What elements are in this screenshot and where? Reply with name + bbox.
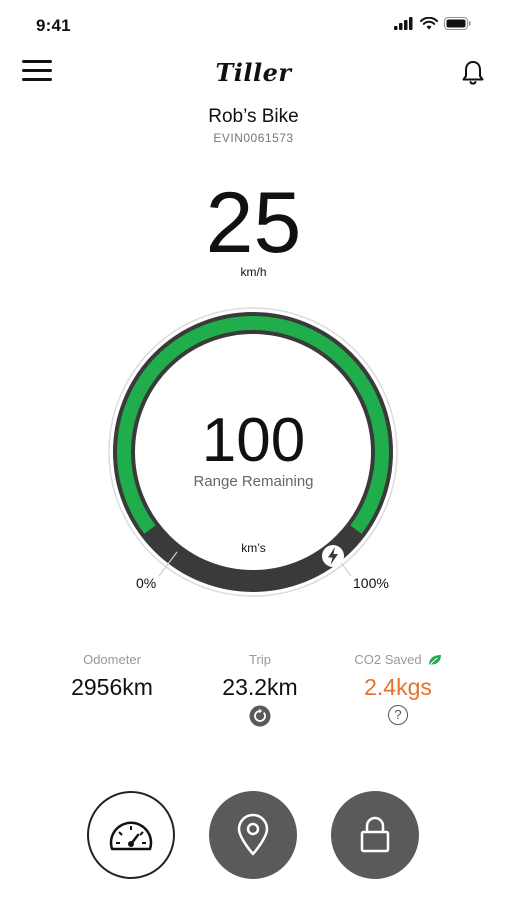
- status-time: 9:41: [36, 16, 71, 35]
- odometer-value: 2956km: [71, 674, 153, 700]
- cellular-signal-icon: [394, 17, 413, 30]
- wifi-icon: [420, 17, 438, 30]
- speed-value: 25: [205, 175, 302, 271]
- bike-name: Rob’s Bike: [208, 106, 299, 127]
- scale-max-label: 100%: [353, 575, 389, 591]
- tiller-logo: Tiller: [215, 58, 292, 87]
- lock-icon: [360, 816, 390, 853]
- trip-value: 23.2km: [222, 674, 298, 700]
- co2-label: CO2 Saved: [354, 652, 422, 667]
- scale-min-label: 0%: [136, 575, 157, 591]
- trip-label: Trip: [249, 652, 271, 667]
- range-value: 100: [201, 406, 306, 475]
- status-icons: [394, 17, 471, 30]
- location-button[interactable]: [209, 791, 297, 879]
- co2-label-row: CO2 Saved: [328, 652, 468, 667]
- range-label: Range Remaining: [193, 473, 314, 490]
- dashboard-button[interactable]: [87, 791, 175, 879]
- battery-icon: [444, 17, 471, 30]
- odometer-label: Odometer: [83, 652, 141, 667]
- bell-icon[interactable]: [458, 58, 488, 88]
- bike-id: EVIN0061573: [213, 131, 294, 145]
- co2-info-icon[interactable]: ?: [388, 705, 408, 725]
- location-pin-icon: [237, 813, 269, 856]
- co2-value: 2.4kgs: [364, 674, 432, 700]
- lock-button[interactable]: [331, 791, 419, 879]
- leaf-icon: [428, 654, 441, 665]
- speedometer-icon: [109, 821, 153, 851]
- speed-unit: km/h: [240, 265, 267, 279]
- range-unit: km’s: [241, 541, 266, 555]
- reset-trip-icon[interactable]: [249, 705, 271, 727]
